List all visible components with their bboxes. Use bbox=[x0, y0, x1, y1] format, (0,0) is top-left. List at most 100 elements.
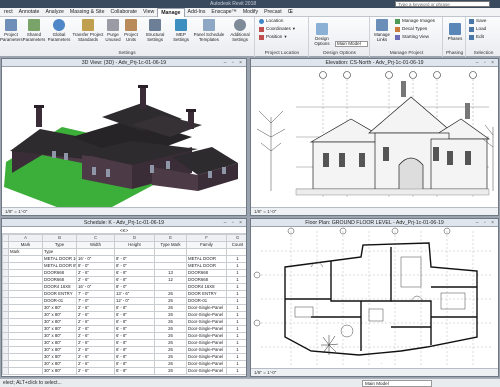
tab-extra[interactable]: Œ bbox=[285, 8, 296, 17]
table-cell[interactable]: DOOR4 16X8 bbox=[186, 283, 227, 291]
window-controls-icon[interactable]: – ▫ × bbox=[476, 59, 496, 67]
table-cell[interactable]: DOOR668 bbox=[42, 276, 77, 284]
table-cell[interactable]: 1 bbox=[226, 304, 246, 312]
schedule-column-header[interactable]: Type Mark bbox=[154, 241, 187, 249]
table-cell[interactable]: DOOR ENTRY bbox=[42, 290, 77, 298]
table-cell[interactable]: 1 bbox=[226, 283, 246, 291]
view-3d-scale[interactable]: 1/8" = 1'-0" bbox=[2, 207, 246, 215]
table-cell[interactable]: 6' - 8" bbox=[114, 304, 155, 312]
table-cell[interactable] bbox=[8, 346, 43, 354]
view-3d-canvas[interactable] bbox=[2, 67, 246, 207]
schedule-column-header[interactable]: Type bbox=[42, 241, 77, 249]
table-cell[interactable]: 6' - 8" bbox=[114, 332, 155, 340]
table-row[interactable]: 30" x 80" 2' - 6" 6' - 8" 26 Door-Single-Pan… bbox=[2, 332, 246, 340]
tab-enscape[interactable]: Enscape™ bbox=[208, 8, 239, 17]
schedule-column-letter[interactable]: C bbox=[76, 234, 115, 242]
schedule-column-header[interactable]: Height bbox=[114, 241, 155, 249]
table-cell[interactable] bbox=[8, 290, 43, 298]
table-cell[interactable]: 30" x 80" bbox=[42, 339, 77, 347]
table-cell[interactable]: DOOR668 bbox=[186, 269, 227, 277]
table-cell[interactable]: Door-Single-Panel bbox=[186, 311, 227, 319]
table-cell[interactable] bbox=[8, 353, 43, 361]
table-row[interactable]: DOOR668 2' - 6" 6' - 8" 12 DOOR668 1 bbox=[2, 276, 246, 284]
table-cell[interactable]: 2' - 6" bbox=[76, 276, 115, 284]
table-cell[interactable] bbox=[154, 283, 187, 291]
table-cell[interactable] bbox=[114, 248, 155, 256]
table-cell[interactable]: 26 bbox=[154, 367, 187, 375]
panel-schedule-templates-button[interactable]: Panel Schedule Templates bbox=[193, 19, 225, 42]
table-row[interactable]: Mark Type bbox=[2, 248, 246, 256]
floor-plan-scale[interactable]: 1/8" = 1'-0" bbox=[251, 368, 498, 376]
elevation-scale[interactable]: 1/8" = 1'-0" bbox=[251, 207, 498, 215]
table-cell[interactable]: 6' - 8" bbox=[114, 367, 155, 375]
tab-modify[interactable]: Modify bbox=[240, 8, 261, 17]
table-cell[interactable]: 1 bbox=[226, 367, 246, 375]
table-cell[interactable]: 1 bbox=[226, 325, 246, 333]
table-cell[interactable]: 26 bbox=[154, 325, 187, 333]
table-cell[interactable]: 2' - 6" bbox=[76, 367, 115, 375]
table-row[interactable]: METAL DOOR 8' 8' - 0" 8' - 0" METAL DOOR 1 bbox=[2, 262, 246, 270]
table-cell[interactable]: 2' - 6" bbox=[76, 353, 115, 361]
table-cell[interactable]: 30" x 80" bbox=[42, 332, 77, 340]
table-cell[interactable]: 30" x 80" bbox=[42, 360, 77, 368]
table-row[interactable]: 30" x 80" 2' - 6" 6' - 8" 26 Door-Single-Pan… bbox=[2, 353, 246, 361]
table-cell[interactable]: Door-Single-Panel bbox=[186, 332, 227, 340]
table-cell[interactable]: 30" x 80" bbox=[42, 353, 77, 361]
coordinates-button[interactable]: Coordinates ▾ bbox=[259, 26, 295, 32]
table-row[interactable]: DOOR4 16X8 16' - 0" 8' - 0" DOOR4 16X8 1 bbox=[2, 283, 246, 291]
search-input[interactable]: Type a keyword or phrase bbox=[395, 1, 490, 7]
purge-unused-button[interactable]: Purge Unused bbox=[105, 19, 121, 42]
table-cell[interactable]: 8' - 0" bbox=[114, 255, 155, 263]
table-cell[interactable] bbox=[186, 248, 227, 256]
structural-settings-button[interactable]: Structural Settings bbox=[142, 19, 168, 42]
table-cell[interactable]: 1 bbox=[226, 290, 246, 298]
table-row[interactable]: DOOR ENTRY 7' - 0" 13' - 6" 26 DOOR ENTRY 1 bbox=[2, 290, 246, 298]
table-cell[interactable]: 30" x 80" bbox=[42, 325, 77, 333]
table-row[interactable]: 30" x 80" 2' - 6" 6' - 8" 26 Door-Single-Pan… bbox=[2, 346, 246, 354]
global-parameters-button[interactable]: Global Parameters bbox=[47, 19, 71, 42]
phases-button[interactable]: Phases bbox=[446, 23, 464, 41]
table-cell[interactable]: 2' - 6" bbox=[76, 269, 115, 277]
table-cell[interactable]: Door-Single-Panel bbox=[186, 339, 227, 347]
window-controls-icon[interactable]: – ▫ × bbox=[224, 219, 244, 227]
table-cell[interactable]: DOOR4 16X8 bbox=[42, 283, 77, 291]
table-cell[interactable]: Door-Single-Panel bbox=[186, 346, 227, 354]
tab-manage[interactable]: Manage bbox=[157, 7, 185, 17]
table-cell[interactable] bbox=[8, 304, 43, 312]
table-cell[interactable]: 2' - 6" bbox=[76, 325, 115, 333]
window-controls-icon[interactable]: – ▫ × bbox=[224, 59, 244, 67]
table-cell[interactable]: METAL DOOR 16' bbox=[42, 255, 77, 263]
table-cell[interactable]: 30" x 80" bbox=[42, 367, 77, 375]
active-model-dropdown[interactable]: Main Model bbox=[362, 380, 432, 387]
tab-add-ins[interactable]: Add-Ins bbox=[185, 8, 209, 17]
table-row[interactable]: 30" x 80" 2' - 6" 6' - 8" 26 Door-Single-Pan… bbox=[2, 318, 246, 326]
design-options-button[interactable]: Design Options bbox=[312, 23, 332, 46]
table-row[interactable]: 30" x 80" 2' - 6" 6' - 8" 26 Door-Single-Pan… bbox=[2, 325, 246, 333]
table-cell[interactable]: 26 bbox=[154, 360, 187, 368]
schedule-column-letter[interactable]: F bbox=[186, 234, 227, 242]
location-button[interactable]: Location bbox=[259, 18, 283, 24]
table-cell[interactable]: Door-Single-Panel bbox=[186, 360, 227, 368]
table-cell[interactable]: 8' - 0" bbox=[114, 262, 155, 270]
table-cell[interactable]: 1 bbox=[226, 346, 246, 354]
floor-plan-canvas[interactable]: · bbox=[251, 227, 498, 368]
shared-parameters-button[interactable]: Shared Parameters bbox=[22, 19, 46, 42]
table-cell[interactable]: 6' - 8" bbox=[114, 325, 155, 333]
table-cell[interactable] bbox=[8, 283, 43, 291]
manage-links-button[interactable]: Manage Links bbox=[372, 19, 392, 42]
table-cell[interactable]: 1 bbox=[226, 276, 246, 284]
table-cell[interactable]: METAL DOOR 8' bbox=[42, 262, 77, 270]
table-cell[interactable]: 2' - 6" bbox=[76, 318, 115, 326]
table-cell[interactable]: 2' - 6" bbox=[76, 339, 115, 347]
table-cell[interactable]: Type bbox=[42, 248, 77, 256]
table-cell[interactable]: 12' - 0" bbox=[114, 297, 155, 305]
table-cell[interactable]: 26 bbox=[154, 311, 187, 319]
table-cell[interactable]: Door-Single-Panel bbox=[186, 318, 227, 326]
table-row[interactable]: 30" x 80" 2' - 6" 6' - 8" 26 Door-Single-Pan… bbox=[2, 367, 246, 375]
table-cell[interactable]: 8' - 0" bbox=[76, 262, 115, 270]
table-row[interactable]: 30" x 80" 2' - 6" 6' - 8" 26 Door-Single-Pan… bbox=[2, 304, 246, 312]
table-cell[interactable] bbox=[154, 248, 187, 256]
table-cell[interactable] bbox=[8, 276, 43, 284]
table-cell[interactable] bbox=[154, 255, 187, 263]
table-row[interactable]: DOOR668 2' - 6" 6' - 8" 13 DOOR668 1 bbox=[2, 269, 246, 277]
